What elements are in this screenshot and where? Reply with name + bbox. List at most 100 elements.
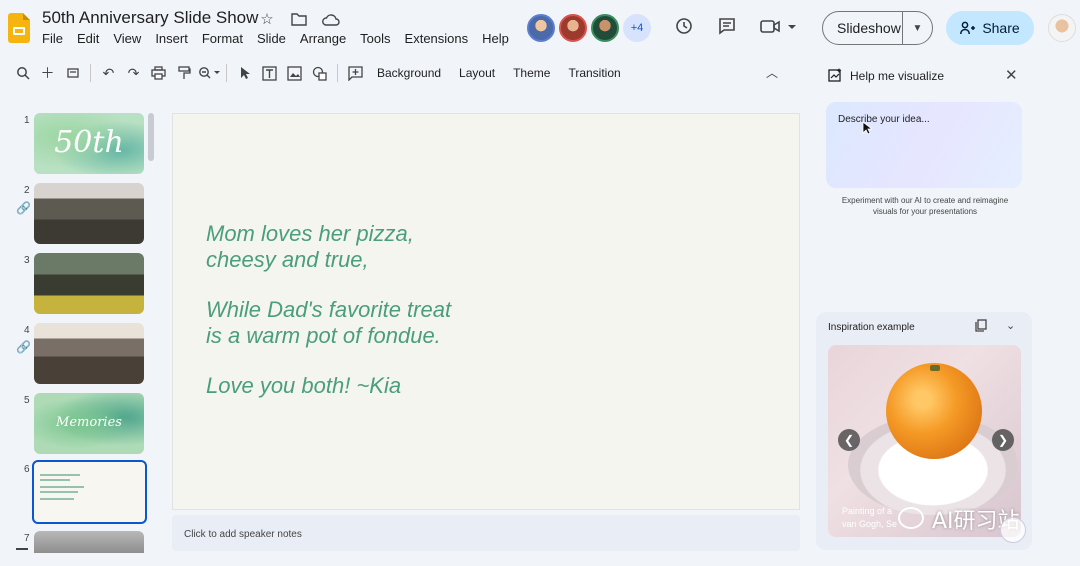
menu-edit[interactable]: Edit bbox=[77, 31, 107, 46]
collaborator-avatar[interactable] bbox=[559, 14, 587, 42]
shape-icon[interactable] bbox=[307, 61, 332, 85]
slide-number: 3 bbox=[24, 255, 30, 266]
side-panel-header: Help me visualize ✕ bbox=[828, 66, 1024, 86]
menu-format[interactable]: Format bbox=[202, 31, 251, 46]
slide-text-box[interactable]: Mom loves her pizza, cheesy and true, Wh… bbox=[206, 221, 451, 399]
caption-line: Painting of a bbox=[842, 506, 893, 516]
slide-thumbnail[interactable] bbox=[34, 531, 144, 553]
comments-icon[interactable] bbox=[716, 16, 738, 38]
slides-logo-icon[interactable] bbox=[8, 13, 30, 43]
inspiration-title: Inspiration example bbox=[828, 322, 915, 333]
collaborator-avatar[interactable] bbox=[527, 14, 555, 42]
poem-line: While Dad's favorite treat bbox=[206, 297, 452, 322]
text-box-icon[interactable] bbox=[257, 61, 282, 85]
slideshow-dropdown-icon[interactable]: ▼ bbox=[903, 23, 932, 34]
more-collaborators-badge[interactable]: +4 bbox=[623, 14, 651, 42]
filmstrip-scrollbar[interactable] bbox=[148, 113, 154, 161]
print-icon[interactable] bbox=[146, 61, 171, 85]
link-icon: 🔗 bbox=[16, 201, 31, 215]
slide-thumbnail[interactable]: 50th bbox=[34, 113, 144, 174]
thumbnail-title: 50th bbox=[54, 125, 124, 160]
slide-number: 6 bbox=[24, 464, 30, 475]
link-icon: 🔗 bbox=[16, 340, 31, 354]
title-actions: ☆ bbox=[256, 9, 342, 29]
search-menus-icon[interactable] bbox=[10, 61, 35, 85]
zoom-icon[interactable] bbox=[196, 61, 221, 85]
slide-thumbnail[interactable] bbox=[34, 253, 144, 314]
slide-thumbnail[interactable]: Memories bbox=[34, 393, 144, 454]
slideshow-button[interactable]: Slideshow ▼ bbox=[822, 11, 933, 45]
new-slide-layout-icon[interactable] bbox=[60, 61, 85, 85]
meet-camera-icon[interactable] bbox=[758, 16, 800, 38]
paint-format-icon[interactable] bbox=[171, 61, 196, 85]
thumbnail-text-preview bbox=[40, 474, 90, 503]
menu-slide[interactable]: Slide bbox=[257, 31, 294, 46]
title-bar: 50th Anniversary Slide Show ☆ File Edit … bbox=[0, 0, 1080, 56]
collaborator-avatars: +4 bbox=[527, 14, 651, 42]
ai-visualize-icon bbox=[828, 68, 842, 85]
orange-shape bbox=[886, 363, 982, 459]
account-avatar[interactable] bbox=[1048, 14, 1076, 42]
describe-placeholder: Describe your idea... bbox=[838, 114, 930, 125]
slide-thumbnail-selected[interactable] bbox=[32, 460, 147, 524]
star-icon[interactable]: ☆ bbox=[256, 9, 278, 29]
poem-line: Love you both! ~Kia bbox=[206, 373, 402, 398]
share-label: Share bbox=[982, 20, 1020, 36]
cloud-status-icon[interactable] bbox=[320, 9, 342, 29]
document-title[interactable]: 50th Anniversary Slide Show bbox=[42, 8, 258, 28]
describe-idea-input[interactable]: Describe your idea... bbox=[826, 102, 1022, 188]
select-cursor-icon[interactable] bbox=[232, 61, 257, 85]
people-icon bbox=[960, 21, 976, 35]
poem-line: is a warm pot of fondue. bbox=[206, 323, 441, 348]
menu-arrange[interactable]: Arrange bbox=[300, 31, 354, 46]
slide-thumbnail[interactable] bbox=[34, 183, 144, 244]
divider bbox=[337, 64, 338, 82]
next-arrow-icon[interactable]: ❯ bbox=[992, 429, 1014, 451]
menu-help[interactable]: Help bbox=[482, 31, 517, 46]
speaker-notes[interactable]: Click to add speaker notes bbox=[172, 515, 800, 551]
mouse-cursor-icon bbox=[862, 121, 874, 138]
speaker-notes-placeholder: Click to add speaker notes bbox=[184, 529, 302, 540]
slide-number: 5 bbox=[24, 395, 30, 406]
close-icon[interactable]: ✕ bbox=[1005, 66, 1018, 84]
floating-action-icon[interactable] bbox=[1000, 517, 1026, 543]
panel-title: Help me visualize bbox=[850, 69, 945, 83]
divider bbox=[16, 548, 28, 550]
new-slide-icon[interactable]: ＋ bbox=[35, 61, 60, 85]
collapse-toolbar-icon[interactable]: ︿ bbox=[766, 64, 778, 81]
version-history-icon[interactable] bbox=[673, 16, 695, 38]
undo-icon[interactable]: ↶ bbox=[96, 61, 121, 85]
poem-line: cheesy and true, bbox=[206, 247, 369, 272]
menu-view[interactable]: View bbox=[113, 31, 149, 46]
slide-thumbnail[interactable] bbox=[34, 323, 144, 384]
caption-line: van Gogh, Se bbox=[842, 519, 898, 529]
thumbnail-title: Memories bbox=[56, 415, 122, 430]
transition-button[interactable]: Transition bbox=[559, 66, 629, 80]
previous-arrow-icon[interactable]: ❮ bbox=[838, 429, 860, 451]
slide-canvas[interactable]: Mom loves her pizza, cheesy and true, Wh… bbox=[172, 113, 800, 510]
menu-insert[interactable]: Insert bbox=[155, 31, 196, 46]
move-folder-icon[interactable] bbox=[288, 9, 310, 29]
insert-image-icon[interactable] bbox=[282, 61, 307, 85]
share-button[interactable]: Share bbox=[946, 11, 1034, 45]
redo-icon[interactable]: ↷ bbox=[121, 61, 146, 85]
slide-filmstrip: 1 50th 2 🔗 3 4 🔗 5 Memories 6 7 bbox=[0, 105, 160, 566]
add-comment-icon[interactable] bbox=[343, 61, 368, 85]
theme-button[interactable]: Theme bbox=[504, 66, 559, 80]
menu-bar: File Edit View Insert Format Slide Arran… bbox=[42, 31, 523, 46]
menu-file[interactable]: File bbox=[42, 31, 71, 46]
menu-tools[interactable]: Tools bbox=[360, 31, 398, 46]
layout-button[interactable]: Layout bbox=[450, 66, 504, 80]
experiment-description: Experiment with our AI to create and rei… bbox=[841, 196, 1009, 216]
copy-icon[interactable] bbox=[975, 319, 987, 335]
collaborator-avatar[interactable] bbox=[591, 14, 619, 42]
slide-number: 4 bbox=[24, 325, 30, 336]
menu-extensions[interactable]: Extensions bbox=[405, 31, 477, 46]
image-caption: Painting of a van Gogh, Se bbox=[842, 505, 897, 531]
chevron-down-icon[interactable]: ⌄ bbox=[1006, 319, 1015, 332]
background-button[interactable]: Background bbox=[368, 66, 450, 80]
poem-line: Mom loves her pizza, bbox=[206, 221, 414, 246]
orange-stem bbox=[930, 365, 940, 371]
slide-number: 2 bbox=[24, 185, 30, 196]
slideshow-label[interactable]: Slideshow bbox=[823, 20, 902, 36]
